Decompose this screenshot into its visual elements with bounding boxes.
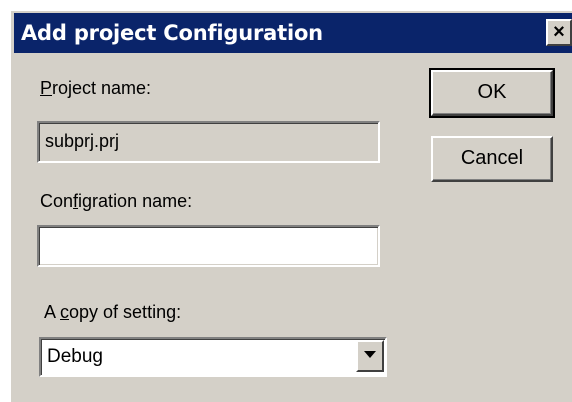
- dropdown-button[interactable]: [356, 340, 384, 372]
- project-name-value: subprj.prj: [45, 131, 120, 151]
- project-name-label-accesskey: P: [40, 78, 53, 98]
- copy-of-setting-label: A copy of setting:: [44, 302, 181, 323]
- configuration-name-label: Configration name:: [40, 191, 192, 212]
- chevron-down-icon: [364, 351, 376, 358]
- configuration-name-label-text-post: igration name:: [78, 191, 193, 211]
- cancel-button[interactable]: Cancel: [431, 136, 553, 182]
- dialog-title: Add project Configuration: [21, 21, 323, 45]
- configuration-name-input[interactable]: [37, 225, 380, 267]
- copy-of-setting-selected: Debug: [47, 346, 103, 367]
- title-bar[interactable]: Add project Configuration ×: [14, 13, 572, 53]
- ok-button[interactable]: OK: [429, 68, 555, 118]
- copy-of-setting-select[interactable]: Debug: [39, 337, 387, 377]
- close-icon: ×: [553, 21, 565, 43]
- project-name-label: Project name:: [40, 78, 151, 99]
- copy-of-setting-label-accesskey: c: [60, 302, 70, 322]
- copy-of-setting-label-text-post: opy of setting:: [69, 302, 182, 322]
- project-name-label-text-post: roject name:: [52, 78, 152, 98]
- project-name-field: subprj.prj: [37, 121, 380, 163]
- close-button[interactable]: ×: [546, 19, 572, 46]
- copy-of-setting-label-text-pre: A: [44, 302, 61, 322]
- add-project-configuration-dialog: Add project Configuration × Project name…: [10, 10, 572, 402]
- configuration-name-label-text-pre: Con: [40, 191, 74, 211]
